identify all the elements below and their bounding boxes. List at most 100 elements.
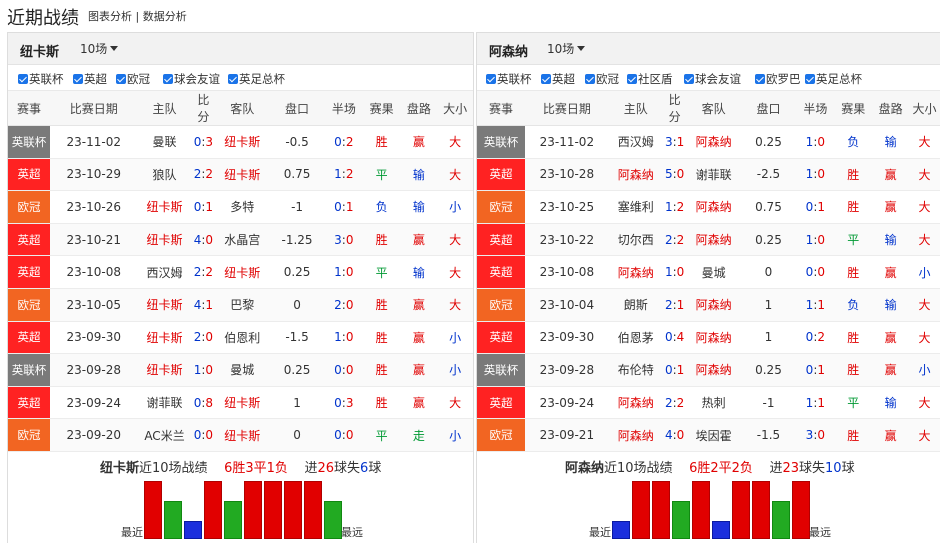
filter-checkbox[interactable]: 英超 [541, 71, 575, 87]
match-count-select[interactable]: 10场 [80, 40, 119, 57]
home-team[interactable]: 朗斯 [608, 288, 663, 322]
home-team[interactable]: 狼队 [137, 158, 192, 192]
home-team[interactable]: 阿森纳 [608, 255, 663, 289]
competition-badge[interactable]: 欧冠 [477, 288, 525, 322]
home-team[interactable]: AC米兰 [137, 418, 192, 452]
score[interactable]: 1:2 [662, 190, 687, 224]
away-team[interactable]: 纽卡斯 [215, 386, 270, 420]
away-team[interactable]: 纽卡斯 [215, 255, 270, 289]
away-team[interactable]: 曼城 [215, 353, 270, 387]
home-team[interactable]: 阿森纳 [608, 158, 663, 192]
table-row[interactable]: 欧冠 23-10-04 朗斯 2:1 阿森纳 1 1:1 负输大 [477, 288, 940, 322]
competition-badge[interactable]: 英超 [8, 386, 50, 420]
filter-checkbox[interactable]: 英足总杯 [228, 71, 285, 87]
filter-checkbox[interactable]: 英超 [73, 71, 107, 87]
away-team[interactable]: 热刺 [686, 386, 741, 420]
competition-badge[interactable]: 英超 [477, 223, 525, 257]
table-row[interactable]: 英超 23-09-24 谢菲联 0:8 纽卡斯 1 0:3 胜赢大 [8, 386, 473, 420]
competition-badge[interactable]: 英联杯 [8, 125, 50, 159]
competition-badge[interactable]: 英超 [477, 321, 525, 355]
table-row[interactable]: 英超 23-09-30 伯恩茅 0:4 阿森纳 1 0:2 胜赢大 [477, 321, 940, 355]
filter-checkbox[interactable]: 欧罗巴 [755, 71, 801, 87]
away-team[interactable]: 阿森纳 [686, 353, 741, 387]
competition-badge[interactable]: 英超 [8, 321, 50, 355]
away-team[interactable]: 纽卡斯 [215, 418, 270, 452]
table-row[interactable]: 英超 23-10-21 纽卡斯 4:0 水晶宫 -1.25 3:0 胜赢大 [8, 223, 473, 257]
home-team[interactable]: 纽卡斯 [137, 223, 192, 257]
away-team[interactable]: 阿森纳 [686, 288, 741, 322]
table-row[interactable]: 欧冠 23-09-20 AC米兰 0:0 纽卡斯 0 0:0 平走小 [8, 418, 473, 452]
table-row[interactable]: 英超 23-09-30 纽卡斯 2:0 伯恩利 -1.5 1:0 胜赢小 [8, 321, 473, 355]
home-team[interactable]: 塞维利 [608, 190, 663, 224]
competition-badge[interactable]: 英联杯 [477, 353, 525, 387]
table-row[interactable]: 欧冠 23-10-05 纽卡斯 4:1 巴黎 0 2:0 胜赢大 [8, 288, 473, 322]
home-team[interactable]: 纽卡斯 [137, 288, 192, 322]
away-team[interactable]: 阿森纳 [686, 321, 741, 355]
table-row[interactable]: 欧冠 23-10-25 塞维利 1:2 阿森纳 0.75 0:1 胜赢大 [477, 190, 940, 224]
table-row[interactable]: 欧冠 23-10-26 纽卡斯 0:1 多特 -1 0:1 负输小 [8, 190, 473, 224]
home-team[interactable]: 谢菲联 [137, 386, 192, 420]
score[interactable]: 4:1 [191, 288, 216, 322]
score[interactable]: 4:0 [191, 223, 216, 257]
table-row[interactable]: 英超 23-10-08 阿森纳 1:0 曼城 0 0:0 胜赢小 [477, 255, 940, 289]
competition-badge[interactable]: 欧冠 [8, 288, 50, 322]
table-row[interactable]: 英超 23-10-29 狼队 2:2 纽卡斯 0.75 1:2 平输大 [8, 158, 473, 192]
score[interactable]: 2:1 [662, 288, 687, 322]
competition-badge[interactable]: 英超 [477, 158, 525, 192]
table-row[interactable]: 英超 23-09-24 阿森纳 2:2 热刺 -1 1:1 平输大 [477, 386, 940, 420]
table-row[interactable]: 英联杯 23-09-28 布伦特 0:1 阿森纳 0.25 0:1 胜赢小 [477, 353, 940, 387]
table-row[interactable]: 英超 23-10-28 阿森纳 5:0 谢菲联 -2.5 1:0 胜赢大 [477, 158, 940, 192]
table-row[interactable]: 英超 23-10-08 西汉姆 2:2 纽卡斯 0.25 1:0 平输大 [8, 255, 473, 289]
away-team[interactable]: 阿森纳 [686, 125, 741, 159]
table-row[interactable]: 英联杯 23-09-28 纽卡斯 1:0 曼城 0.25 0:0 胜赢小 [8, 353, 473, 387]
score[interactable]: 1:0 [191, 353, 216, 387]
competition-badge[interactable]: 英联杯 [477, 125, 525, 159]
home-team[interactable]: 曼联 [137, 125, 192, 159]
away-team[interactable]: 纽卡斯 [215, 125, 270, 159]
table-row[interactable]: 英联杯 23-11-02 曼联 0:3 纽卡斯 -0.5 0:2 胜赢大 [8, 125, 473, 159]
home-team[interactable]: 纽卡斯 [137, 353, 192, 387]
home-team[interactable]: 纽卡斯 [137, 190, 192, 224]
score[interactable]: 0:1 [191, 190, 216, 224]
away-team[interactable]: 纽卡斯 [215, 158, 270, 192]
competition-badge[interactable]: 英超 [8, 255, 50, 289]
competition-badge[interactable]: 欧冠 [8, 418, 50, 452]
filter-checkbox[interactable]: 英联杯 [18, 71, 64, 87]
score[interactable]: 2:2 [191, 158, 216, 192]
filter-checkbox[interactable]: 球会友谊 [163, 71, 220, 87]
home-team[interactable]: 西汉姆 [608, 125, 663, 159]
score[interactable]: 0:8 [191, 386, 216, 420]
away-team[interactable]: 多特 [215, 190, 270, 224]
filter-checkbox[interactable]: 英联杯 [486, 71, 532, 87]
home-team[interactable]: 阿森纳 [608, 386, 663, 420]
score[interactable]: 0:0 [191, 418, 216, 452]
table-row[interactable]: 英联杯 23-11-02 西汉姆 3:1 阿森纳 0.25 1:0 负输大 [477, 125, 940, 159]
home-team[interactable]: 伯恩茅 [608, 321, 663, 355]
home-team[interactable]: 阿森纳 [608, 418, 663, 452]
away-team[interactable]: 谢菲联 [686, 158, 741, 192]
score[interactable]: 0:3 [191, 125, 216, 159]
table-row[interactable]: 欧冠 23-09-21 阿森纳 4:0 埃因霍 -1.5 3:0 胜赢大 [477, 418, 940, 452]
competition-badge[interactable]: 英超 [477, 255, 525, 289]
away-team[interactable]: 阿森纳 [686, 223, 741, 257]
home-team[interactable]: 西汉姆 [137, 255, 192, 289]
score[interactable]: 1:0 [662, 255, 687, 289]
competition-badge[interactable]: 英超 [8, 158, 50, 192]
home-team[interactable]: 布伦特 [608, 353, 663, 387]
away-team[interactable]: 阿森纳 [686, 190, 741, 224]
score[interactable]: 2:2 [662, 386, 687, 420]
filter-checkbox[interactable]: 欧冠 [585, 71, 619, 87]
score[interactable]: 0:4 [662, 321, 687, 355]
table-row[interactable]: 英超 23-10-22 切尔西 2:2 阿森纳 0.25 1:0 平输大 [477, 223, 940, 257]
analysis-links[interactable]: 图表分析 | 数据分析 [88, 8, 187, 24]
away-team[interactable]: 伯恩利 [215, 321, 270, 355]
score[interactable]: 2:2 [191, 255, 216, 289]
filter-checkbox[interactable]: 英足总杯 [805, 71, 862, 87]
competition-badge[interactable]: 欧冠 [477, 190, 525, 224]
competition-badge[interactable]: 欧冠 [477, 418, 525, 452]
away-team[interactable]: 埃因霍 [686, 418, 741, 452]
score[interactable]: 3:1 [662, 125, 687, 159]
away-team[interactable]: 巴黎 [215, 288, 270, 322]
filter-checkbox[interactable]: 社区盾 [627, 71, 673, 87]
home-team[interactable]: 切尔西 [608, 223, 663, 257]
